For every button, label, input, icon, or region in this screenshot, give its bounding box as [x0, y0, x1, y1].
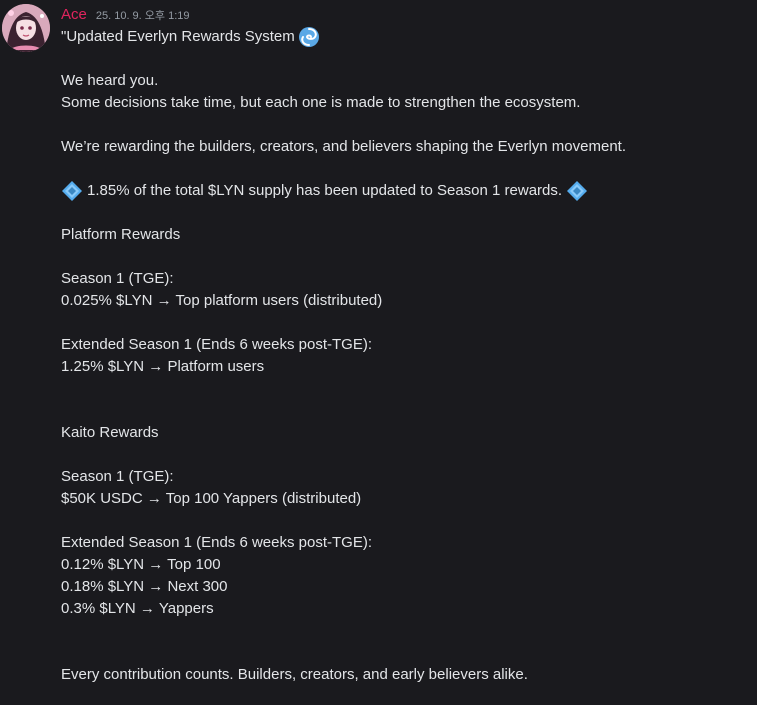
message-text: 1.85% of the total $LYN supply has been … [87, 182, 563, 199]
message-header: Ace 25. 10. 9. 오후 1:19 [61, 6, 190, 26]
message-line: Season 1 (TGE): [61, 466, 741, 488]
avatar[interactable] [2, 4, 50, 52]
message-text: Every contribution counts. Builders, cre… [61, 666, 528, 683]
message-content: "Updated Everlyn Rewards System We heard… [61, 26, 741, 686]
message-text: Extended Season 1 (Ends 6 weeks post-TGE… [61, 534, 372, 551]
timestamp[interactable]: 25. 10. 9. 오후 1:19 [96, 7, 190, 23]
message-line: 1.85% of the total $LYN supply has been … [61, 180, 741, 202]
message-text: Some decisions take time, but each one i… [61, 94, 581, 111]
message-text: We heard you. [61, 72, 159, 89]
diamond-with-dot-icon [566, 180, 588, 202]
message-text: Extended Season 1 (Ends 6 weeks post-TGE… [61, 336, 372, 353]
message-line: "Updated Everlyn Rewards System [61, 26, 741, 48]
message-line: Season 1 (TGE): [61, 268, 741, 290]
message-text: 0.025% $LYN → Top platform users (distri… [61, 292, 383, 309]
message-title-text: "Updated Everlyn Rewards System [61, 28, 295, 45]
message-line: 1.25% $LYN → Platform users [61, 356, 741, 378]
message-line: 0.18% $LYN → Next 300 [61, 576, 741, 598]
message-line: Every contribution counts. Builders, cre… [61, 664, 741, 686]
message-line: Kaito Rewards [61, 422, 741, 444]
cyclone-icon [298, 26, 320, 48]
section-heading: Kaito Rewards [61, 424, 159, 441]
message-text: 0.18% $LYN → Next 300 [61, 578, 228, 595]
chat-message: Ace 25. 10. 9. 오후 1:19 "Updated Everlyn … [0, 0, 757, 705]
message-line: $50K USDC → Top 100 Yappers (distributed… [61, 488, 741, 510]
section-heading: Platform Rewards [61, 226, 181, 243]
message-text: We’re rewarding the builders, creators, … [61, 138, 627, 155]
username[interactable]: Ace [61, 6, 87, 23]
message-line: 0.12% $LYN → Top 100 [61, 554, 741, 576]
message-text: 0.12% $LYN → Top 100 [61, 556, 221, 573]
message-text: Season 1 (TGE): [61, 468, 174, 485]
diamond-with-dot-icon [61, 180, 83, 202]
message-line: Extended Season 1 (Ends 6 weeks post-TGE… [61, 532, 741, 554]
anime-girl-avatar-icon [2, 4, 50, 52]
message-text: Season 1 (TGE): [61, 270, 174, 287]
message-text: 0.3% $LYN → Yappers [61, 600, 214, 617]
message-line: We heard you. [61, 70, 741, 92]
message-line: 0.3% $LYN → Yappers [61, 598, 741, 620]
message-line: Some decisions take time, but each one i… [61, 92, 741, 114]
message-text: $50K USDC → Top 100 Yappers (distributed… [61, 490, 362, 507]
message-line: Extended Season 1 (Ends 6 weeks post-TGE… [61, 334, 741, 356]
message-line: 0.025% $LYN → Top platform users (distri… [61, 290, 741, 312]
message-line: We’re rewarding the builders, creators, … [61, 136, 741, 158]
message-text: 1.25% $LYN → Platform users [61, 358, 265, 375]
message-line: Platform Rewards [61, 224, 741, 246]
